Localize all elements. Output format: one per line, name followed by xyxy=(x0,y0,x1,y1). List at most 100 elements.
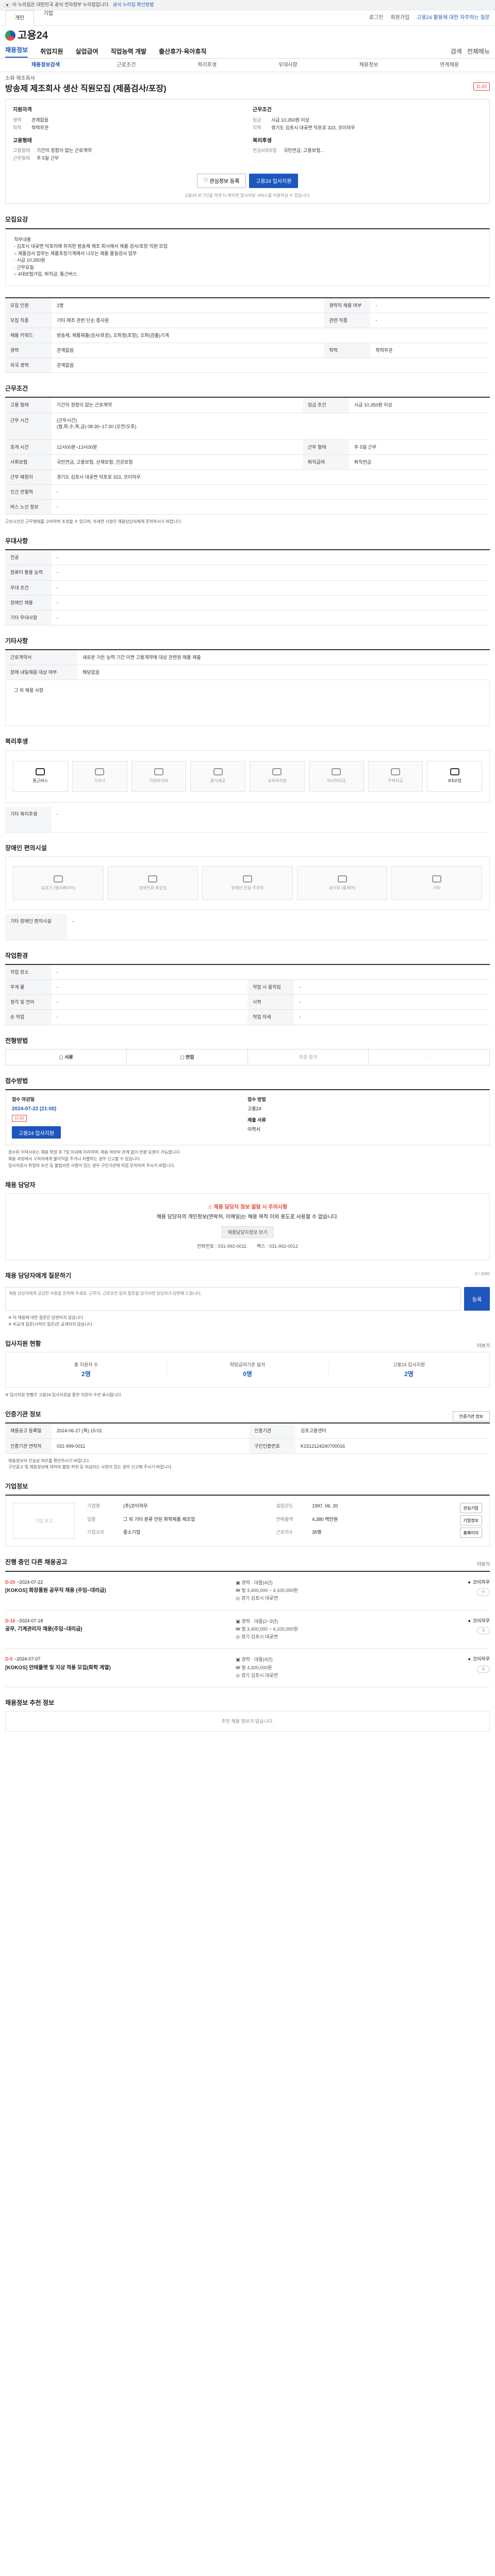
welfare-title: 복리후생 xyxy=(5,738,28,745)
table-key: 작업 장소 xyxy=(5,964,52,980)
subnav-item-2[interactable]: 복리후생 xyxy=(167,62,248,69)
scrap-button[interactable]: ♡ 관심정보 등록 xyxy=(196,173,246,188)
post-career: 경력 xyxy=(241,1618,250,1624)
logo-text: 고용24 xyxy=(18,29,48,41)
facility-parking: 장애인 전용 주차장 xyxy=(202,866,293,901)
other-posts-more-link[interactable]: 더보기 xyxy=(477,1561,490,1567)
post-pay: 월 4,300,000원 xyxy=(241,1665,272,1670)
table-key: 기타 복리후생 xyxy=(5,806,52,833)
qa-title: 채용 담당자에게 질문하기 xyxy=(5,1272,72,1280)
subnav-item-5[interactable]: 연계채용 xyxy=(409,62,490,69)
table-value: 시급 10,350원 이상 xyxy=(349,397,490,413)
post-title[interactable]: [KOKOS] 화장품원 공무직 채용 (주임~대리급) xyxy=(5,1587,236,1595)
conditions-section: 근무조건 고용 형태 기간의 정함이 없는 근로계약 임금 조건 시급 10,350원… xyxy=(5,384,490,526)
subnav-item-4[interactable]: 채용정보 xyxy=(328,62,409,69)
list-item[interactable]: D-20 ~2024-07-22 [KOKOS] 화장품원 공무직 채용 (주임… xyxy=(5,1572,490,1611)
tab-company[interactable]: 기업 xyxy=(34,10,62,26)
company-info-button[interactable]: 기업정보 xyxy=(459,1515,482,1526)
education-icon xyxy=(272,768,282,776)
subnav-item-0[interactable]: 채용정보검색 xyxy=(5,62,86,69)
scrap-button-label: 관심정보 등록 xyxy=(209,179,240,185)
post-scrap-button[interactable]: ☆ xyxy=(476,1626,490,1635)
menu-icon[interactable]: 전체메뉴 xyxy=(467,47,490,56)
summary-welfare-title: 복리후생 xyxy=(253,138,272,144)
table-key: 기타 우대사항 xyxy=(5,610,52,625)
nav-item-employment-support[interactable]: 취업지원 xyxy=(40,47,63,56)
tab-personal[interactable]: 개인 xyxy=(5,10,35,26)
login-link[interactable]: 로그인 xyxy=(369,14,384,22)
nav-item-parental-leave[interactable]: 출산휴가·육아휴직 xyxy=(159,47,206,56)
table-key: 관련 직종 xyxy=(324,313,371,328)
gov-banner-link[interactable]: 공식 누리집 확인방법 xyxy=(113,2,154,8)
status-more-link[interactable]: 더보기 xyxy=(477,1343,490,1349)
warning-icon: ⚠ xyxy=(207,1204,214,1210)
money-icon: ₩ xyxy=(236,1626,242,1632)
table-row: 버스 노선 정보 - xyxy=(5,499,490,515)
nav-item-unemployment[interactable]: 실업급여 xyxy=(75,47,98,56)
subnav-item-3[interactable]: 우대사항 xyxy=(248,62,328,69)
conditions-table: 고용 형태 기간의 정함이 없는 근로계약 임금 조건 시급 10,350원 이상 근… xyxy=(5,397,490,515)
ramp-icon xyxy=(337,875,347,883)
welfare-item-house: 주택자금 xyxy=(368,760,423,792)
company-value: 4,380 백만원 xyxy=(312,1516,338,1522)
info-more-button[interactable]: 인증기관 정보 xyxy=(452,1411,490,1422)
org-logo-icon: ● xyxy=(468,1618,471,1623)
car-icon xyxy=(154,768,163,776)
post-scrap-button[interactable]: ☆ xyxy=(476,1665,490,1673)
gov-banner: 이 누리집은 대한민국 공식 전자정부 누리집입니다. 공식 누리집 확인방법 xyxy=(0,0,495,10)
table-value: - xyxy=(52,565,490,581)
signup-link[interactable]: 회원가입 xyxy=(390,14,409,22)
toilet-icon xyxy=(148,875,158,883)
dday-badge: D-20 xyxy=(473,82,490,91)
company-key: 업종 xyxy=(87,1516,96,1522)
table-row: 채용공고 등록일 2024-06-27 (목) 15:01 인증기관 김포고용센터 xyxy=(5,1423,490,1439)
apply-submit-button[interactable]: 고용24 입사지원 xyxy=(12,1126,61,1139)
post-title[interactable]: [KOKOS] 안테플랫 및 지상 적용 모집(화학 계열) xyxy=(5,1665,236,1672)
qa-note: ※ 비공개 질문(사적인 질문)은 공개되지 않습니다. xyxy=(8,1322,94,1327)
faq-link[interactable]: 고용24 활용에 대한 자주하는 질문 xyxy=(417,14,490,22)
table-row: 사회보험 국민연금, 고용보험, 산재보험, 건강보험 퇴직급여 퇴직연금 xyxy=(5,454,490,470)
list-item[interactable]: D-16 ~2024-07-18 공무, 기계관리자 채용(주임~대리급) ▣ … xyxy=(5,1611,490,1649)
money-icon: ₩ xyxy=(236,1587,242,1593)
table-value: - xyxy=(52,964,490,980)
site-logo[interactable]: 고용24 xyxy=(5,29,48,43)
org-logo-icon: ● xyxy=(468,1656,471,1662)
view-manager-button[interactable]: 채용담당자정보 보기 xyxy=(222,1226,273,1238)
welfare-label: 중식제공 xyxy=(210,778,226,784)
subnav-item-1[interactable]: 근로조건 xyxy=(86,62,167,69)
table-value: - xyxy=(294,994,490,1010)
welfare-item-dorm: 기숙사 xyxy=(72,760,127,792)
table-value: - xyxy=(370,313,490,328)
apply-note: 채용 과정에서 구직자에게 불이익을 주거나 차별하는 경우 신고할 수 있습니… xyxy=(8,1157,141,1162)
table-key: 손 작업 xyxy=(5,1009,52,1025)
list-item[interactable]: D-5 ~2024-07-07 [KOKOS] 안테플랫 및 지상 적용 모집(… xyxy=(5,1649,490,1688)
status-label: 고용24 입사지원 xyxy=(392,1362,425,1368)
post-date: ~2024-07-22 xyxy=(16,1579,43,1585)
apply-button[interactable]: 고용24 입사지원 xyxy=(249,173,299,188)
nav-item-jobs[interactable]: 채용정보 xyxy=(5,46,28,58)
post-region: 경기 김포시 대곶면 xyxy=(241,1634,278,1640)
table-key: 작업 시 움직임 xyxy=(248,979,294,995)
disabled-section: 장애인 편의시설 승강기 (엘리베이터) 장애인용 화장실 장애인 전용 주차장… xyxy=(5,844,490,940)
kv-key: 연금4대보험 xyxy=(253,148,277,154)
work-env-section: 작업환경 작업 장소 - 무게 물 - 작업 시 움직임 - 청각 및 언어 - 시력 - 손… xyxy=(5,952,490,1025)
nav-item-training[interactable]: 직업능력 개발 xyxy=(111,47,147,56)
table-key: 인근 전철역 xyxy=(5,484,52,500)
table-value: - xyxy=(294,1009,490,1025)
manager-alert: ⚠ 채용 담당자 정보 열람 시 주의사항 채용 담당자의 개인정보(연락처, … xyxy=(5,1193,490,1261)
process-step-4: - xyxy=(369,1049,489,1065)
search-icon[interactable]: 검색 xyxy=(451,47,462,56)
post-scrap-button[interactable]: ☆ xyxy=(476,1588,490,1596)
method-value: 고용24 xyxy=(248,1106,261,1112)
etc-section: 기타사항 근로계약서 새로운 거든 능력 기간 이면 고용계약에 대상 관련된 제… xyxy=(5,637,490,726)
table-row: 무게 물 - 작업 시 움직임 - xyxy=(5,979,490,995)
qa-submit-button[interactable]: 등록 xyxy=(464,1287,490,1311)
company-fav-button[interactable]: 관심기업 xyxy=(459,1503,482,1514)
posting-header: 소화 제조회사 방송제 제조회사 생산 직원모집 (제품검사/포장) D-20 xyxy=(5,72,490,99)
prefer-title: 우대사항 xyxy=(5,537,28,545)
etc-table: 근로계약서 새로운 거든 능력 기간 이면 고용계약에 대상 관련된 제품 제출 … xyxy=(5,649,490,681)
table-value: 2명 xyxy=(52,297,324,313)
post-title[interactable]: 공무, 기계관리자 채용(주임~대리급) xyxy=(5,1626,236,1633)
company-homepage-button[interactable]: 홈페이지 xyxy=(459,1528,482,1538)
qa-input[interactable] xyxy=(5,1287,461,1311)
